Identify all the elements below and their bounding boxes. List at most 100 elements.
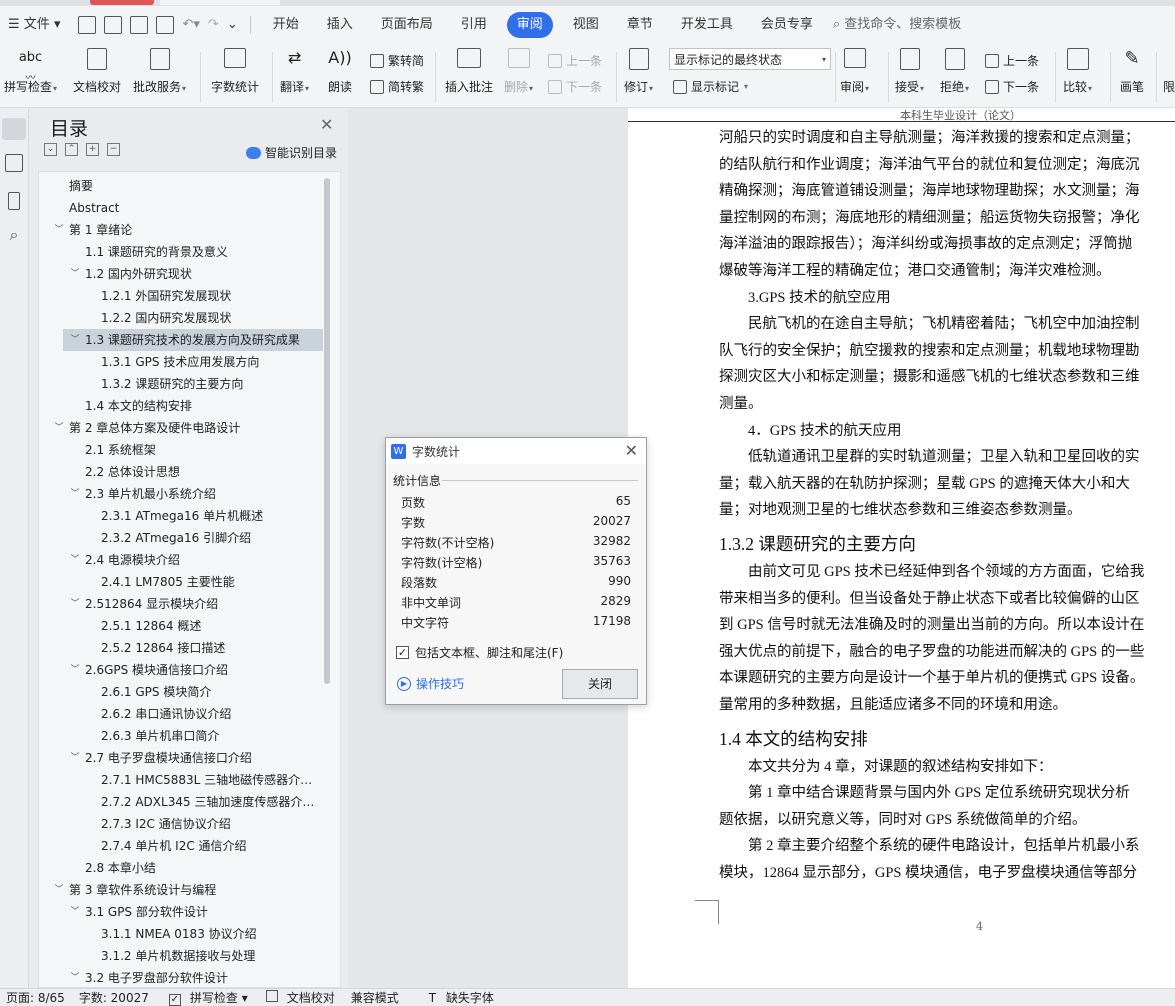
toc-item[interactable]: 3.1.2 单片机数据接收与处理 xyxy=(101,945,255,967)
toc-item[interactable]: ﹀ 1.2 国内外研究现状 xyxy=(69,263,191,285)
compare-button[interactable]: 比较▾ xyxy=(1063,48,1092,95)
toc-item[interactable]: 1.2.2 国内研究发展现状 xyxy=(101,307,231,329)
print-preview-icon[interactable] xyxy=(156,16,175,34)
toc-item[interactable]: Abstract xyxy=(69,197,119,219)
chevron-down-icon[interactable]: ﹀ xyxy=(69,329,81,351)
chevron-down-icon[interactable]: ﹀ xyxy=(53,219,65,241)
markup-display-select[interactable]: 显示标记的最终状态 ▾ xyxy=(669,48,831,70)
toc-item[interactable]: ﹀ 第 1 章绪论 xyxy=(53,219,132,241)
bookmark-icon[interactable] xyxy=(8,192,20,210)
translate-button[interactable]: ⇄ 翻译▾ xyxy=(280,48,309,95)
toc-scrollbar[interactable] xyxy=(324,178,330,684)
toc-panel-icon[interactable] xyxy=(2,118,26,140)
trad-to-simp-button[interactable]: 繁转简 xyxy=(370,52,424,69)
spellcheck-button[interactable]: abc 〰 拼写检查▾ xyxy=(4,48,57,95)
next-comment-button[interactable]: 下一条 xyxy=(548,78,602,95)
expand-all-icon[interactable]: ⌃ xyxy=(65,143,78,156)
toc-item[interactable]: 1.3.1 GPS 技术应用发展方向 xyxy=(101,351,259,373)
missing-font-button[interactable]: T 缺失字体 xyxy=(423,989,494,1006)
document-tab[interactable] xyxy=(90,0,154,5)
menu-item-developer[interactable]: 开发工具 xyxy=(667,12,747,38)
toc-item[interactable]: ﹀ 1.3 课题研究技术的发展方向及研究成果 xyxy=(63,329,323,351)
include-notes-checkbox[interactable]: ✓ 包括文本框、脚注和尾注(F) xyxy=(396,644,563,661)
toc-item[interactable]: ﹀ 2.6GPS 模块通信接口介绍 xyxy=(69,659,228,681)
simp-to-trad-button[interactable]: 简转繁 xyxy=(370,78,424,95)
toc-item[interactable]: ﹀ 第 2 章总体方案及硬件电路设计 xyxy=(53,417,240,439)
delete-comment-button[interactable]: 删除▾ xyxy=(504,48,533,95)
proofread-button[interactable]: 文档校对 xyxy=(73,48,121,95)
toc-item[interactable]: ﹀ 2.7 电子罗盘模块通信接口介绍 xyxy=(69,747,251,769)
spellcheck-toggle[interactable]: ✓ 拼写检查 ▾ xyxy=(163,989,248,1006)
batch-service-button[interactable]: 批改服务▾ xyxy=(133,48,186,95)
chevron-down-icon[interactable]: ﹀ xyxy=(69,659,81,681)
undo-icon[interactable]: ↶▾ xyxy=(178,12,203,38)
command-search[interactable]: ⌕ 查找命令、搜索模板 xyxy=(827,12,975,38)
toc-item[interactable]: ﹀ 3.2 电子罗盘部分软件设计 xyxy=(69,967,227,987)
close-icon[interactable]: ✕ xyxy=(320,115,333,134)
close-button[interactable]: 关闭 xyxy=(562,669,638,699)
accept-button[interactable]: 接受▾ xyxy=(895,48,924,95)
toc-item[interactable]: 2.1 系统框架 xyxy=(85,439,156,461)
menu-item-home[interactable]: 开始 xyxy=(259,12,313,38)
menu-item-view[interactable]: 视图 xyxy=(559,12,613,38)
toc-item[interactable]: 1.1 课题研究的背景及意义 xyxy=(85,241,228,263)
review-pane-button[interactable]: 审阅▾ xyxy=(840,48,869,95)
tips-link[interactable]: ▶ 操作技巧 xyxy=(397,675,464,692)
toc-item[interactable]: ﹀ 2.512864 显示模块介绍 xyxy=(69,593,218,615)
toc-item[interactable]: 2.7.3 I2C 通信协议介绍 xyxy=(101,813,231,835)
chevron-down-icon[interactable]: ﹀ xyxy=(53,417,65,439)
toc-item[interactable]: 2.6.1 GPS 模块简介 xyxy=(101,681,211,703)
menu-item-insert[interactable]: 插入 xyxy=(313,12,367,38)
toc-item[interactable]: 1.2.1 外国研究发展现状 xyxy=(101,285,231,307)
chevron-down-icon[interactable]: ﹀ xyxy=(69,967,81,987)
chevron-down-icon[interactable]: ﹀ xyxy=(69,901,81,923)
toc-item[interactable]: ﹀ 第 3 章软件系统设计与编程 xyxy=(53,879,216,901)
toc-item[interactable]: 2.4.1 LM7805 主要性能 xyxy=(101,571,235,593)
toc-item[interactable]: 2.6.2 串口通讯协议介绍 xyxy=(101,703,231,725)
menu-item-review[interactable]: 审阅 xyxy=(506,12,553,38)
close-icon[interactable]: ✕ xyxy=(625,441,638,460)
toc-item[interactable]: ﹀ 2.4 电源模块介绍 xyxy=(69,549,179,571)
toc-item[interactable]: 摘要 xyxy=(69,175,93,197)
chevron-down-icon[interactable]: ﹀ xyxy=(69,747,81,769)
read-aloud-button[interactable]: A)) 朗读 xyxy=(326,48,354,95)
quick-access-more-icon[interactable]: ⌄ xyxy=(223,12,242,38)
chevron-down-icon[interactable]: ﹀ xyxy=(53,879,65,901)
toc-item[interactable]: 2.7.1 HMC5883L 三轴地磁传感器介… xyxy=(101,769,312,791)
menu-item-sections[interactable]: 章节 xyxy=(613,12,667,38)
chevron-down-icon[interactable]: ﹀ xyxy=(69,263,81,285)
remove-heading-icon[interactable]: − xyxy=(107,143,120,156)
file-menu[interactable]: ☰ 文件 ▾ xyxy=(0,12,74,38)
toc-item[interactable]: 3.1.1 NMEA 0183 协议介绍 xyxy=(101,923,257,945)
prev-change-button[interactable]: 上一条 xyxy=(985,52,1039,69)
toc-item[interactable]: 2.5.1 12864 概述 xyxy=(101,615,201,637)
menu-item-member[interactable]: 会员专享 xyxy=(747,12,827,38)
toc-item[interactable]: 2.3.1 ATmega16 单片机概述 xyxy=(101,505,263,527)
toc-item[interactable]: 2.6.3 单片机串口简介 xyxy=(101,725,219,747)
menu-item-references[interactable]: 引用 xyxy=(447,12,501,38)
toc-item[interactable]: 2.5.2 12864 接口描述 xyxy=(101,637,225,659)
prev-comment-button[interactable]: 上一条 xyxy=(548,52,602,69)
print-icon[interactable] xyxy=(130,16,149,34)
chevron-down-icon[interactable]: ﹀ xyxy=(69,593,81,615)
toc-item[interactable]: 2.8 本章小结 xyxy=(85,857,156,879)
word-count-button[interactable]: 字数统计 xyxy=(211,48,259,95)
redo-icon[interactable]: ↷ xyxy=(204,12,223,38)
word-count-indicator[interactable]: 字数: 20027 xyxy=(79,989,149,1006)
toc-item[interactable]: ﹀ 3.1 GPS 部分软件设计 xyxy=(69,901,207,923)
document-tab-secondary[interactable] xyxy=(160,0,280,5)
toc-item[interactable]: 2.3.2 ATmega16 引脚介绍 xyxy=(101,527,251,549)
restrict-button[interactable]: 限 xyxy=(1163,48,1175,95)
chapter-nav-icon[interactable] xyxy=(5,154,23,172)
show-markup-button[interactable]: 显示标记 ▾ xyxy=(673,78,748,95)
toc-item[interactable]: ﹀ 2.3 单片机最小系统介绍 xyxy=(69,483,215,505)
toc-item[interactable]: 1.4 本文的结构安排 xyxy=(85,395,192,417)
add-heading-icon[interactable]: + xyxy=(86,143,99,156)
track-changes-button[interactable]: 修订▾ xyxy=(624,48,653,95)
chevron-down-icon[interactable]: ﹀ xyxy=(69,483,81,505)
next-change-button[interactable]: 下一条 xyxy=(985,78,1039,95)
toc-item[interactable]: 2.7.4 单片机 I2C 通信介绍 xyxy=(101,835,247,857)
dialog-titlebar[interactable]: W 字数统计 ✕ xyxy=(386,438,646,464)
menu-item-layout[interactable]: 页面布局 xyxy=(367,12,447,38)
chevron-down-icon[interactable]: ﹀ xyxy=(69,549,81,571)
